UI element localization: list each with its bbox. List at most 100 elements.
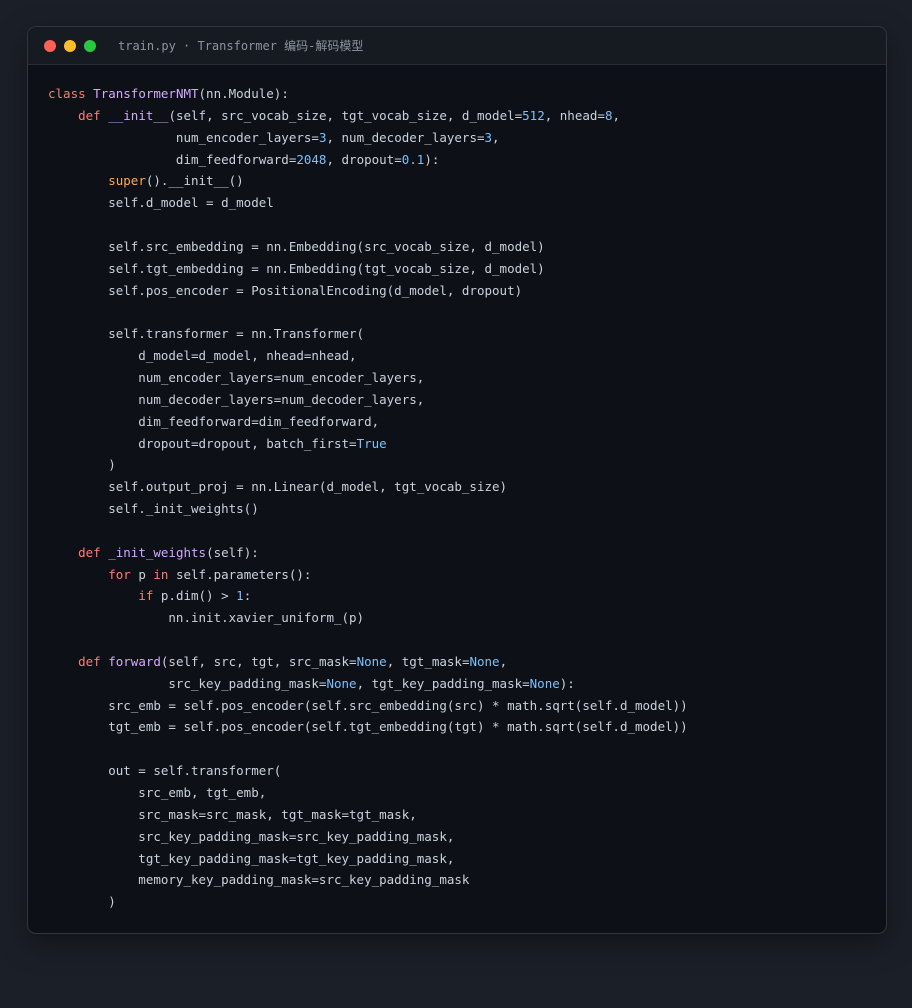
code-line: src_emb, tgt_emb, — [48, 782, 688, 804]
code-token-fn: forward — [108, 653, 161, 669]
title-bar: train.py · Transformer 编码-解码模型 — [28, 27, 886, 65]
code-token-tx: self._init_weights() — [48, 501, 259, 517]
code-token-tx: , — [612, 107, 621, 123]
code-token-tx: (self, src, tgt, src_mask= — [160, 653, 357, 669]
code-token-kw: class — [48, 86, 86, 101]
code-token-tx: (self, src_vocab_size, tgt_vocab_size, d… — [168, 107, 523, 123]
code-token-tx — [48, 567, 108, 582]
code-line: tgt_key_padding_mask=tgt_key_padding_mas… — [48, 848, 688, 870]
code-token-kw: in — [153, 566, 169, 582]
code-token-cst: True — [356, 435, 387, 451]
code-line: tgt_emb = self.pos_encoder(self.tgt_embe… — [48, 716, 688, 738]
code-token-bi: super — [108, 173, 146, 189]
maximize-window-button[interactable] — [84, 39, 96, 52]
code-token-cst: None — [326, 675, 357, 691]
code-token-tx: src_key_padding_mask=src_key_padding_mas… — [48, 828, 455, 844]
code-token-tx: tgt_key_padding_mask=tgt_key_padding_mas… — [48, 850, 455, 866]
code-token-tx: , dropout= — [326, 151, 402, 167]
code-token-tx: d_model=d_model, nhead=nhead, — [48, 348, 357, 364]
code-line: num_decoder_layers=num_decoder_layers, — [48, 389, 688, 411]
code-token-tx — [48, 654, 78, 669]
code-token-tx: dim_feedforward= — [48, 151, 297, 167]
code-token-kw: def — [78, 653, 101, 669]
code-token-num: 512 — [522, 107, 545, 123]
code-line: class TransformerNMT(nn.Module): — [48, 83, 688, 105]
code-token-tx: num_encoder_layers= — [48, 129, 319, 145]
code-token-tx: nn.init.xavier_uniform_(p) — [48, 610, 365, 626]
code-token-tx — [48, 588, 138, 603]
minimize-window-button[interactable] — [64, 39, 76, 52]
code-line: num_encoder_layers=num_encoder_layers, — [48, 367, 688, 389]
code-token-tx: src_key_padding_mask= — [48, 675, 327, 691]
code-token-kw: if — [138, 588, 154, 604]
window-title: train.py · Transformer 编码-解码模型 — [118, 39, 364, 53]
code-line: for p in self.parameters(): — [48, 564, 688, 586]
code-line: nn.init.xavier_uniform_(p) — [48, 607, 688, 629]
code-token-tx — [48, 108, 78, 123]
code-token-tx: num_encoder_layers=num_encoder_layers, — [48, 369, 425, 385]
code-token-tx: (nn.Module): — [198, 86, 289, 101]
code-token-tx: src_emb = self.pos_encoder(self.src_embe… — [48, 697, 688, 713]
code-token-tx: (self): — [206, 544, 259, 560]
code-window: train.py · Transformer 编码-解码模型 class Tra… — [27, 26, 887, 934]
code-token-fn: __init__ — [108, 107, 169, 123]
code-token-tx: : — [243, 588, 252, 604]
code-token-tx: src_emb, tgt_emb, — [48, 785, 267, 800]
code-line: if p.dim() > 1: — [48, 585, 688, 607]
code-token-tx: ) — [48, 457, 116, 473]
code-token-tx: , nhead= — [544, 107, 605, 123]
code-token-num: 2048 — [296, 151, 327, 167]
code-token-tx: self.transformer = nn.Transformer( — [48, 326, 365, 342]
close-window-button[interactable] — [44, 39, 56, 52]
code-editor[interactable]: class TransformerNMT(nn.Module): def __i… — [48, 83, 688, 913]
code-token-cls: TransformerNMT — [93, 86, 199, 101]
code-token-tx: num_decoder_layers=num_decoder_layers, — [48, 391, 425, 407]
code-token-tx: self.output_proj = nn.Linear(d_model, tg… — [48, 479, 508, 495]
code-line: memory_key_padding_mask=src_key_padding_… — [48, 869, 688, 891]
code-line: src_key_padding_mask=None, tgt_key_paddi… — [48, 673, 688, 695]
code-token-fn: _init_weights — [108, 544, 207, 560]
code-token-tx: , — [492, 129, 500, 145]
code-token-tx: self.tgt_embedding = nn.Embedding(tgt_vo… — [48, 260, 545, 276]
code-token-tx: self.src_embedding = nn.Embedding(src_vo… — [48, 238, 545, 254]
code-token-num: 1 — [236, 588, 244, 604]
code-token-cst: None — [529, 675, 560, 691]
code-token-tx: ) — [48, 894, 116, 910]
code-token-cst: None — [356, 653, 387, 669]
code-line: dropout=dropout, batch_first=True — [48, 433, 688, 455]
code-token-tx: ().__init__() — [145, 173, 244, 189]
code-line: d_model=d_model, nhead=nhead, — [48, 345, 688, 367]
code-line: self._init_weights() — [48, 498, 688, 520]
code-line: dim_feedforward=dim_feedforward, — [48, 411, 688, 433]
code-line: self.pos_encoder = PositionalEncoding(d_… — [48, 280, 688, 302]
code-token-tx: , tgt_key_padding_mask= — [356, 675, 530, 691]
code-token-tx: self.d_model = d_model — [48, 195, 274, 211]
code-line: self.d_model = d_model — [48, 192, 688, 214]
code-line: src_emb = self.pos_encoder(self.src_embe… — [48, 695, 688, 717]
code-token-tx: , — [499, 653, 508, 669]
code-token-tx: dim_feedforward=dim_feedforward, — [48, 413, 380, 429]
code-line: ) — [48, 454, 688, 476]
code-token-tx: dropout=dropout, batch_first= — [48, 435, 357, 451]
code-token-num: 3 — [484, 129, 493, 145]
code-line: def _init_weights(self): — [48, 542, 688, 564]
code-line: super().__init__() — [48, 170, 688, 192]
code-line: dim_feedforward=2048, dropout=0.1): — [48, 149, 688, 171]
code-token-tx: tgt_emb = self.pos_encoder(self.tgt_embe… — [48, 719, 688, 735]
code-token-tx: ): — [559, 675, 575, 691]
code-line: self.output_proj = nn.Linear(d_model, tg… — [48, 476, 688, 498]
code-line: def __init__(self, src_vocab_size, tgt_v… — [48, 105, 688, 127]
code-token-tx: self.parameters(): — [168, 566, 312, 582]
code-token-tx: , tgt_mask= — [386, 653, 470, 669]
code-line: def forward(self, src, tgt, src_mask=Non… — [48, 651, 688, 673]
code-line: ) — [48, 891, 688, 913]
code-token-kw: def — [78, 544, 101, 560]
code-token-tx: p.dim() > — [153, 588, 237, 604]
code-token-kw: def — [78, 107, 101, 123]
code-token-kw: for — [108, 566, 131, 582]
code-line: out = self.transformer( — [48, 760, 688, 782]
code-token-tx: , num_decoder_layers= — [326, 129, 485, 145]
